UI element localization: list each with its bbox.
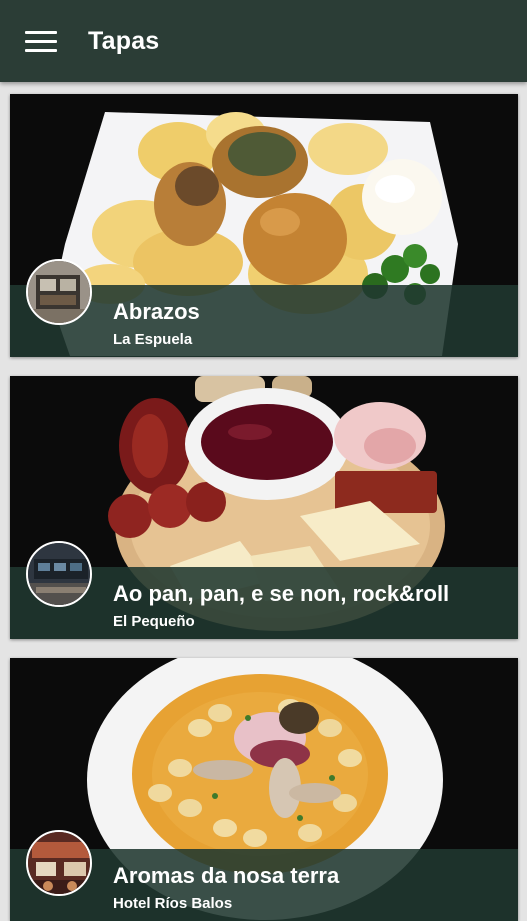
tapa-name: Ao pan, pan, e se non, rock&roll [113, 581, 450, 606]
place-name: La Espuela [113, 331, 193, 348]
tapa-card[interactable]: Aromas da nosa terra Hotel Ríos Balos [10, 658, 518, 921]
place-avatar [26, 259, 92, 325]
page-title: Tapas [88, 26, 160, 55]
tapa-card[interactable]: Ao pan, pan, e se non, rock&roll El Pequ… [10, 376, 518, 639]
place-avatar [26, 541, 92, 607]
tapa-name: Abrazos [113, 299, 200, 324]
app-bar: Tapas [0, 0, 527, 82]
place-name: Hotel Ríos Balos [113, 895, 233, 912]
tapa-card[interactable]: Abrazos La Espuela [10, 94, 518, 357]
hamburger-menu-icon[interactable] [25, 26, 59, 56]
tapa-name: Aromas da nosa terra [113, 863, 340, 888]
place-name: El Pequeño [113, 613, 195, 630]
place-avatar [26, 830, 92, 896]
